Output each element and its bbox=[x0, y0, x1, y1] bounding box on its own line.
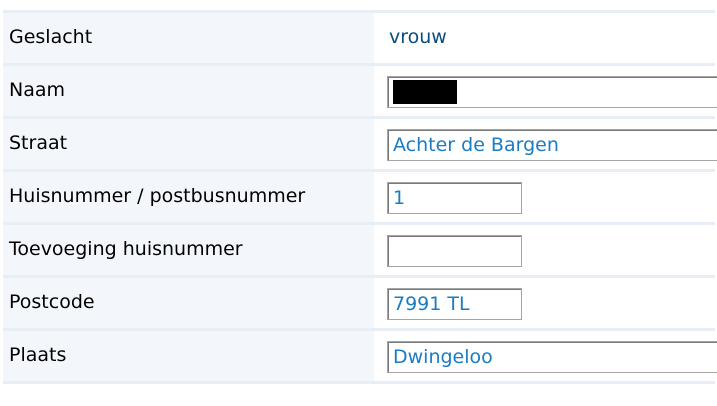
street-row: Straat Achter de Bargen bbox=[3, 116, 717, 169]
house-number-row: Huisnummer / postbusnummer 1 bbox=[3, 169, 715, 222]
gender-row: Geslacht vrouw bbox=[3, 10, 715, 63]
house-number-value-cell: 1 bbox=[379, 172, 715, 222]
city-value-cell: Dwingeloo bbox=[379, 331, 717, 381]
name-row: Naam bbox=[3, 63, 717, 116]
house-number-addition-field[interactable] bbox=[387, 235, 522, 267]
house-number-addition-label: Toevoeging huisnummer bbox=[9, 238, 243, 260]
house-number-addition-row: Toevoeging huisnummer bbox=[3, 222, 715, 275]
postcode-value-cell: 7991 TL bbox=[379, 278, 715, 328]
street-value-cell: Achter de Bargen bbox=[379, 119, 717, 169]
house-number-addition-value-cell bbox=[379, 225, 715, 275]
city-row: Plaats Dwingeloo bbox=[3, 328, 717, 384]
gender-label-cell: Geslacht bbox=[3, 13, 374, 63]
street-field[interactable]: Achter de Bargen bbox=[387, 129, 717, 161]
gender-value: vrouw bbox=[389, 26, 447, 48]
city-label: Plaats bbox=[9, 344, 67, 366]
street-label-cell: Straat bbox=[3, 119, 374, 169]
city-field[interactable]: Dwingeloo bbox=[387, 341, 717, 373]
postcode-field[interactable]: 7991 TL bbox=[387, 288, 522, 320]
postcode-label: Postcode bbox=[9, 291, 95, 313]
house-number-addition-label-cell: Toevoeging huisnummer bbox=[3, 225, 374, 275]
house-number-label-cell: Huisnummer / postbusnummer bbox=[3, 172, 374, 222]
name-field[interactable] bbox=[387, 76, 717, 108]
name-redaction bbox=[393, 80, 457, 104]
name-value-cell bbox=[379, 66, 717, 116]
city-label-cell: Plaats bbox=[3, 331, 374, 381]
gender-value-cell: vrouw bbox=[379, 13, 715, 63]
house-number-label: Huisnummer / postbusnummer bbox=[9, 185, 306, 207]
postcode-label-cell: Postcode bbox=[3, 278, 374, 328]
street-label: Straat bbox=[9, 132, 68, 154]
name-label-cell: Naam bbox=[3, 66, 374, 116]
house-number-field[interactable]: 1 bbox=[387, 182, 522, 214]
postcode-row: Postcode 7991 TL bbox=[3, 275, 715, 328]
name-label: Naam bbox=[9, 79, 66, 101]
gender-label: Geslacht bbox=[9, 26, 93, 48]
personal-details-form: Geslacht vrouw Naam Straat Achter de Bar… bbox=[3, 10, 717, 384]
